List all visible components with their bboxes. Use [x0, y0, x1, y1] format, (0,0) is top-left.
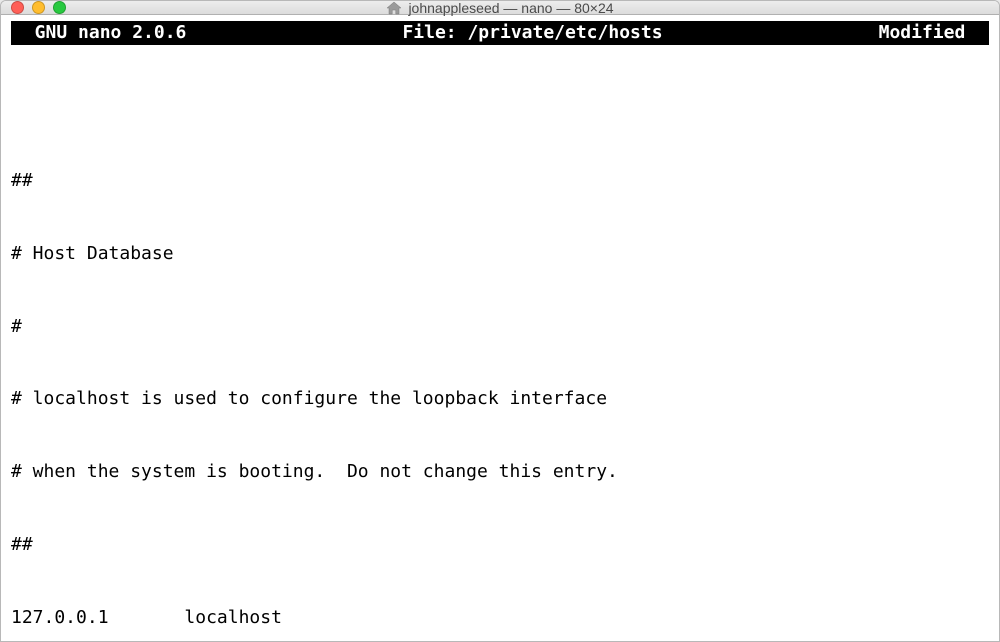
nano-header: GNU nano 2.0.6 File: /private/etc/hosts …: [11, 21, 989, 45]
editor-line: #: [11, 315, 989, 339]
close-button[interactable]: [11, 1, 24, 14]
editor-content[interactable]: ## # Host Database # # localhost is used…: [11, 45, 989, 642]
maximize-button[interactable]: [53, 1, 66, 14]
minimize-button[interactable]: [32, 1, 45, 14]
nano-file-label: File: /private/etc/hosts: [186, 21, 878, 45]
editor-line: # localhost is used to configure the loo…: [11, 387, 989, 411]
window-title-text: johnappleseed — nano — 80×24: [408, 0, 613, 16]
editor-line: 127.0.0.1 localhost: [11, 606, 989, 630]
terminal-window: johnappleseed — nano — 80×24 GNU nano 2.…: [0, 0, 1000, 642]
editor-line: # when the system is booting. Do not cha…: [11, 460, 989, 484]
editor-line: ##: [11, 533, 989, 557]
window-title: johnappleseed — nano — 80×24: [1, 0, 999, 16]
editor-line: # Host Database: [11, 242, 989, 266]
editor-line: ##: [11, 169, 989, 193]
home-icon: [386, 1, 402, 15]
editor-line: [11, 96, 989, 120]
terminal-area[interactable]: GNU nano 2.0.6 File: /private/etc/hosts …: [1, 15, 999, 642]
traffic-lights: [11, 1, 66, 14]
titlebar: johnappleseed — nano — 80×24: [1, 1, 999, 15]
nano-modified-label: Modified: [879, 21, 987, 45]
nano-version: GNU nano 2.0.6: [13, 21, 186, 45]
